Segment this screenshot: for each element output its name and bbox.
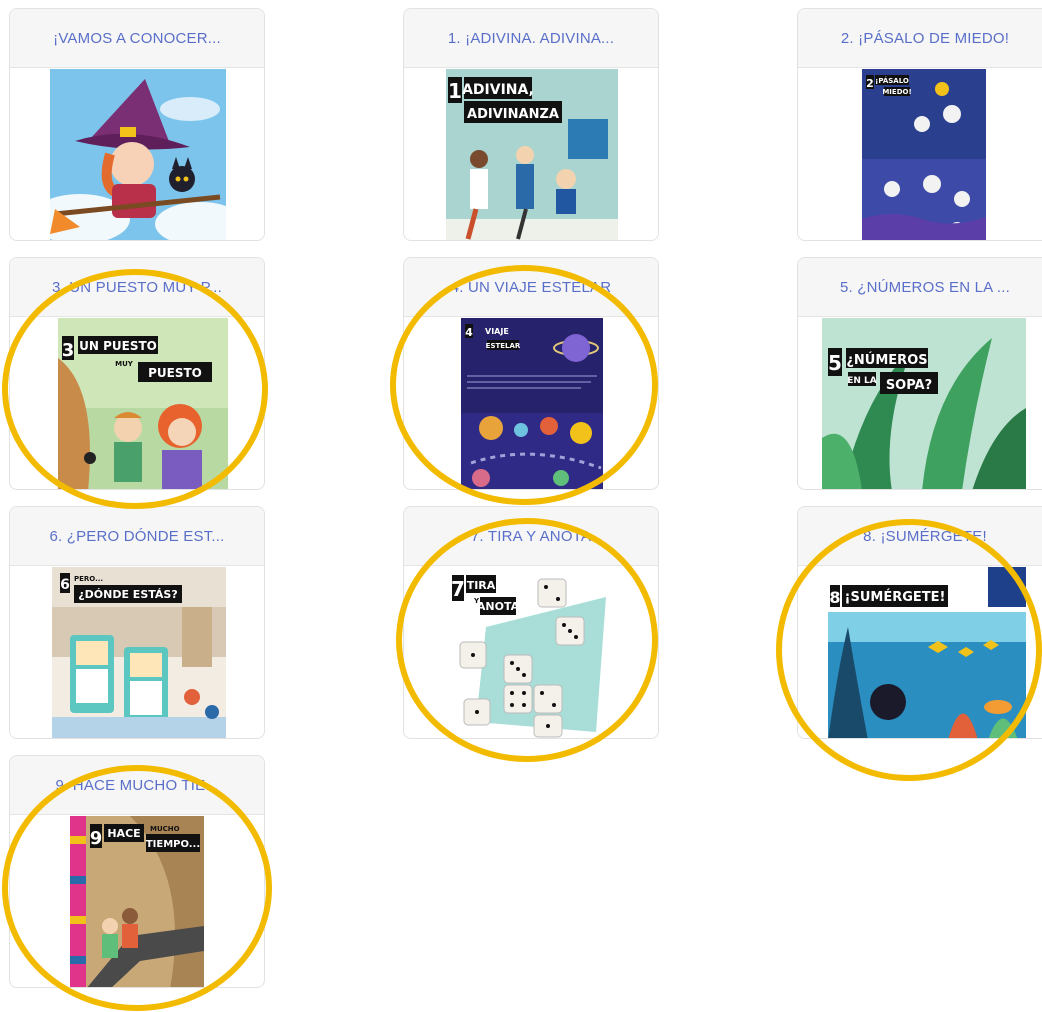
svg-text:ESTELAR: ESTELAR xyxy=(486,342,521,350)
activity-card-1[interactable]: 1. ¡ADIVINA. ADIVINA... 1 ADIVINA, ADIVI… xyxy=(403,8,659,241)
svg-text:ADIVINANZA: ADIVINANZA xyxy=(467,107,559,122)
cover-image-5: 5 ¿NÚMEROS EN LA SOPA? xyxy=(822,318,1026,489)
card-title: 2. ¡PÁSALO DE MIEDO! xyxy=(798,9,1042,68)
svg-text:MUY: MUY xyxy=(115,360,134,368)
svg-text:4: 4 xyxy=(465,326,473,339)
svg-text:MIEDO!: MIEDO! xyxy=(882,88,911,96)
svg-text:¡PÁSALO: ¡PÁSALO xyxy=(875,76,909,85)
card-title: 6. ¿PERO DÓNDE EST... xyxy=(10,507,264,566)
svg-text:EN LA: EN LA xyxy=(847,376,877,386)
svg-text:3: 3 xyxy=(62,340,75,361)
svg-text:7: 7 xyxy=(451,577,465,601)
svg-text:SOPA?: SOPA? xyxy=(886,378,932,393)
cover-image-2: 2 ¡PÁSALO MIEDO! xyxy=(862,69,986,240)
card-title: ¡VAMOS A CONOCER... xyxy=(10,9,264,68)
svg-text:ADIVINA,: ADIVINA, xyxy=(462,82,534,98)
card-title: 4. UN VIAJE ESTELAR xyxy=(404,258,658,317)
svg-text:¿NÚMEROS: ¿NÚMEROS xyxy=(846,352,927,368)
svg-text:VIAJE: VIAJE xyxy=(485,327,509,336)
cover-image-7: 7 TIRA Y ANOTA xyxy=(446,567,618,738)
activity-card-intro[interactable]: ¡VAMOS A CONOCER... xyxy=(9,8,265,241)
cover-image-4: 4 VIAJE ESTELAR xyxy=(461,318,603,489)
card-title: 5. ¿NÚMEROS EN LA ... xyxy=(798,258,1042,317)
card-title: 8. ¡SUMÉRGETE! xyxy=(798,507,1042,566)
cover-image-8: 8 ¡SUMÉRGETE! xyxy=(828,567,1026,738)
activity-card-6[interactable]: 6. ¿PERO DÓNDE EST... 6 PERO... ¿DÓNDE E… xyxy=(9,506,265,739)
svg-text:HACE: HACE xyxy=(107,827,140,840)
cover-image-witch xyxy=(50,69,226,240)
activity-card-3[interactable]: 3. UN PUESTO MUY P... 3 UN PUESTO MUY PU… xyxy=(9,257,265,490)
svg-text:6: 6 xyxy=(60,577,70,593)
cover-image-1: 1 ADIVINA, ADIVINANZA xyxy=(446,69,618,240)
activity-card-4[interactable]: 4. UN VIAJE ESTELAR 4 VIAJE ESTELAR xyxy=(403,257,659,490)
svg-text:ANOTA: ANOTA xyxy=(477,600,520,613)
svg-text:PUESTO: PUESTO xyxy=(148,366,202,380)
svg-text:¡SUMÉRGETE!: ¡SUMÉRGETE! xyxy=(845,589,946,605)
cover-image-3: 3 UN PUESTO MUY PUESTO xyxy=(58,318,228,489)
activity-card-5[interactable]: 5. ¿NÚMEROS EN LA ... 5 ¿NÚMEROS EN LA S… xyxy=(797,257,1042,490)
cover-image-6: 6 PERO... ¿DÓNDE ESTÁS? xyxy=(52,567,226,738)
activity-card-8[interactable]: 8. ¡SUMÉRGETE! 8 ¡SUMÉRGETE! xyxy=(797,506,1042,739)
svg-text:2: 2 xyxy=(866,77,874,90)
activity-card-2[interactable]: 2. ¡PÁSALO DE MIEDO! 2 ¡PÁSALO MIEDO! xyxy=(797,8,1042,241)
svg-text:1: 1 xyxy=(448,79,462,103)
svg-text:TIEMPO...: TIEMPO... xyxy=(146,839,200,850)
svg-text:PERO...: PERO... xyxy=(74,575,103,583)
activity-card-7[interactable]: 7. TIRA Y ANOTA 7 TIRA Y ANOTA xyxy=(403,506,659,739)
svg-text:UN PUESTO: UN PUESTO xyxy=(79,339,157,353)
cover-image-9: 9 HACE MUCHO TIEMPO... xyxy=(70,816,204,987)
svg-text:TIRA: TIRA xyxy=(467,579,496,592)
svg-text:8: 8 xyxy=(829,588,840,607)
card-title: 1. ¡ADIVINA. ADIVINA... xyxy=(404,9,658,68)
card-title: 7. TIRA Y ANOTA xyxy=(404,507,658,566)
svg-text:MUCHO: MUCHO xyxy=(150,825,180,833)
svg-text:9: 9 xyxy=(90,828,103,849)
activity-card-9[interactable]: 9. HACE MUCHO TIE... 9 HACE MUCHO TIEMPO… xyxy=(9,755,265,988)
svg-text:5: 5 xyxy=(828,351,842,375)
card-title: 3. UN PUESTO MUY P... xyxy=(10,258,264,317)
card-title: 9. HACE MUCHO TIE... xyxy=(10,756,264,815)
svg-text:¿DÓNDE ESTÁS?: ¿DÓNDE ESTÁS? xyxy=(78,588,177,601)
